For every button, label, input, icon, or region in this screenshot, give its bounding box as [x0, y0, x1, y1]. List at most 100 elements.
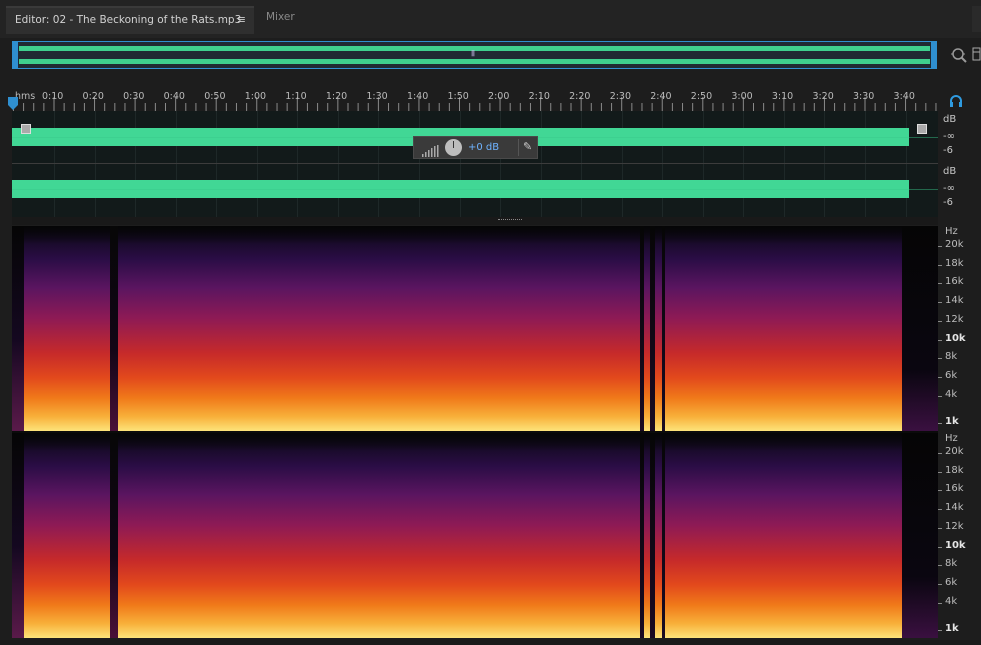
spectral-top-band — [12, 226, 938, 244]
ruler-tick-label: 1:30 — [366, 91, 388, 102]
ruler-tick-label: 0:10 — [42, 91, 64, 102]
time-ruler[interactable] — [12, 87, 940, 111]
waveform-gridline — [337, 111, 339, 217]
frequency-tick — [938, 565, 942, 566]
ruler-ticks — [12, 97, 937, 111]
overview-track-right — [19, 59, 930, 64]
headphones-icon[interactable] — [949, 92, 963, 111]
level-unit-top: dB — [943, 114, 957, 125]
ruler-tick-label: 3:00 — [731, 91, 753, 102]
frequency-label: 1k — [945, 623, 959, 634]
ruler-tick-label: 2:30 — [609, 91, 632, 102]
waveform-gridline — [418, 111, 420, 217]
fade-out-handle[interactable] — [917, 124, 927, 134]
frequency-tick — [938, 358, 942, 359]
panel-menu-icon[interactable]: ≡ — [237, 13, 246, 26]
frequency-tick — [938, 321, 942, 322]
ruler-tick-label: 2:20 — [569, 91, 591, 102]
waveform-gridline — [500, 111, 502, 217]
frequency-tick — [938, 283, 942, 284]
bottom-edge — [0, 640, 981, 645]
frequency-label: 8k — [945, 558, 958, 569]
frequency-label: 8k — [945, 351, 958, 362]
spectral-gap — [12, 433, 24, 638]
frequency-unit: Hz — [945, 433, 958, 444]
overview-navigator[interactable]: ||| — [12, 41, 937, 69]
ruler-tick-label: 2:40 — [650, 91, 672, 102]
frequency-label: 4k — [945, 389, 958, 400]
frequency-tick — [938, 265, 942, 266]
waveform-gridline — [783, 111, 785, 217]
waveform-gridline — [378, 111, 380, 217]
fade-in-handle[interactable] — [21, 124, 31, 134]
overview-right-handle[interactable] — [931, 42, 936, 68]
view-splitter[interactable] — [12, 217, 938, 225]
spectral-gap — [650, 226, 655, 431]
zoom-icon[interactable] — [950, 46, 968, 68]
tab-mixer[interactable]: Mixer — [266, 11, 295, 23]
frequency-label: 14k — [945, 502, 964, 513]
panel-edge — [972, 6, 981, 32]
ruler-tick-label: 3:40 — [893, 91, 915, 102]
spectral-display-right[interactable] — [12, 433, 938, 638]
ruler-tick-label: 2:00 — [488, 91, 510, 102]
ruler-tick-label: 0:30 — [123, 91, 145, 102]
spectral-display-left[interactable] — [12, 226, 938, 431]
level-label-inf-top: -∞ — [943, 131, 955, 142]
waveform-gridline — [459, 111, 461, 217]
frequency-tick — [938, 340, 942, 341]
frequency-label: 18k — [945, 465, 964, 476]
frequency-label: 12k — [945, 314, 964, 325]
frequency-tick — [938, 547, 942, 548]
tab-editor[interactable]: Editor: 02 - The Beckoning of the Rats.m… — [6, 6, 254, 34]
frequency-label: 16k — [945, 483, 964, 494]
waveform-display[interactable] — [12, 111, 938, 217]
waveform-gridline — [54, 111, 55, 217]
waveform-gridline — [743, 111, 745, 217]
frequency-label: 6k — [945, 370, 958, 381]
frequency-tick — [938, 453, 942, 454]
frequency-label: 20k — [945, 446, 964, 457]
panel-options-icon[interactable] — [972, 46, 981, 61]
frequency-unit: Hz — [945, 226, 958, 237]
frequency-label: 14k — [945, 295, 964, 306]
spectral-top-band — [12, 433, 938, 451]
volume-knob[interactable] — [445, 139, 462, 156]
ruler-tick-label: 3:30 — [853, 91, 875, 102]
spectral-gap — [110, 433, 118, 638]
waveform-gridline — [621, 111, 623, 217]
spectral-gap — [662, 226, 665, 431]
spectral-gap — [662, 433, 665, 638]
waveform-gridline — [824, 111, 826, 217]
waveform-gridline — [297, 111, 299, 217]
frequency-tick — [938, 396, 942, 397]
frequency-tick — [938, 423, 942, 424]
spectral-gap — [110, 226, 118, 431]
pin-icon[interactable]: ✎ — [523, 140, 532, 153]
frequency-label: 12k — [945, 521, 964, 532]
level-unit-bottom: dB — [943, 166, 957, 177]
ruler-unit[interactable]: hms — [15, 91, 35, 102]
waveform-gridline — [216, 111, 218, 217]
hud-separator — [518, 139, 519, 156]
frequency-tick — [938, 377, 942, 378]
level-label-6-bottom: -6 — [943, 197, 953, 208]
volume-hud[interactable]: +0 dB ✎ — [413, 136, 538, 159]
overview-left-handle[interactable] — [13, 42, 18, 68]
spectral-gap — [902, 226, 938, 431]
ruler-tick-label: 0:20 — [82, 91, 104, 102]
frequency-tick — [938, 246, 942, 247]
waveform-gridline — [662, 111, 664, 217]
spectral-gap — [640, 226, 644, 431]
overview-grip-icon[interactable]: ||| — [471, 50, 475, 57]
level-meter-icon — [422, 142, 440, 161]
frequency-label: 4k — [945, 596, 958, 607]
frequency-label: 10k — [945, 540, 966, 551]
overview-track-left — [19, 46, 930, 51]
volume-value[interactable]: +0 dB — [468, 142, 499, 153]
waveform-gridline — [94, 111, 96, 217]
channel-divider — [12, 163, 938, 164]
spectral-gap — [650, 433, 655, 638]
spectral-gap — [902, 433, 938, 638]
frequency-tick — [938, 472, 942, 473]
